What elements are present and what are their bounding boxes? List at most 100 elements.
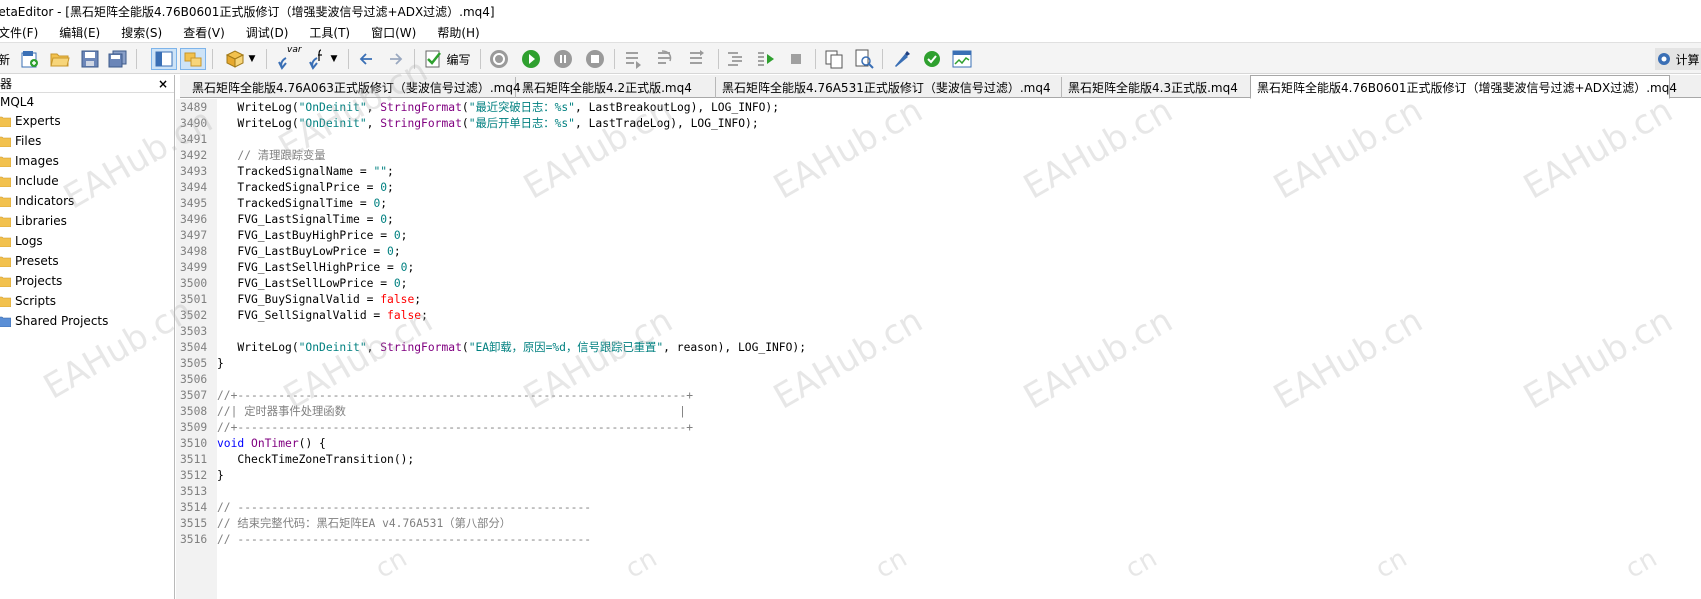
menu-tools[interactable]: 工具(T) [309,24,359,41]
code-line[interactable]: 3510 void OnTimer() { [176,436,1696,452]
code-line[interactable]: 3499 FVG_LastSellHighPrice = 0; [176,260,1696,276]
menu-window[interactable]: 窗口(W) [371,24,425,41]
navigator-item-presets[interactable]: Presets [0,251,174,271]
code-line[interactable]: 3497 FVG_LastBuyHighPrice = 0; [176,228,1696,244]
new-project-button[interactable] [18,48,42,70]
line-number: 3503 [180,325,208,338]
navigator-item-projects[interactable]: Projects [0,271,174,291]
code-line[interactable]: 3495 TrackedSignalTime = 0; [176,196,1696,212]
new-project-icon [21,51,38,68]
stop-debug-button[interactable] [582,48,608,70]
back-button[interactable] [354,48,378,70]
menu-edit[interactable]: 编辑(E) [59,24,109,41]
code-line[interactable]: 3498 FVG_LastBuyLowPrice = 0; [176,244,1696,260]
code-token: FVG_LastBuyHighPrice = [217,229,394,242]
code-token: ; [387,165,394,178]
code-line[interactable]: 3509 //+---------------------------------… [176,420,1696,436]
menu-file[interactable]: 文件(F) [0,24,47,41]
insert-variable-button[interactable]: var [274,45,302,70]
start-debug-button[interactable] [518,48,544,70]
calculate-button[interactable]: 计算 [1655,48,1701,70]
line-number: 3508 [180,405,208,418]
code-line[interactable]: 3500 FVG_LastSellLowPrice = 0; [176,276,1696,292]
navigator-item-logs[interactable]: Logs [0,231,174,251]
pause-debug-button[interactable] [550,48,576,70]
code-line[interactable]: 3516 // ---------------------------------… [176,532,1696,548]
code-line[interactable]: 3515 // 结束完整代码：黑石矩阵EA v4.76A531（第八部分） [176,516,1696,532]
toolbox-toggle-button[interactable] [180,48,206,70]
menu-view[interactable]: 查看(V) [183,24,234,41]
styler-button[interactable] [890,48,914,70]
navigator-item-experts[interactable]: Experts [0,111,174,131]
verify-button[interactable] [920,48,944,70]
navigator-item-files[interactable]: Files [0,131,174,151]
code-line[interactable]: 3505} [176,356,1696,372]
menu-search[interactable]: 搜索(S) [121,24,171,41]
navigator-item-shared-projects[interactable]: Shared Projects [0,311,174,331]
step-into-button[interactable] [620,48,646,70]
navigator-toggle-button[interactable] [151,48,177,70]
close-icon[interactable]: × [158,77,168,91]
insert-function-button[interactable]: ▼ [304,48,340,70]
code-line[interactable]: 3490 WriteLog("OnDeinit", StringFormat("… [176,116,1696,132]
terminal-button[interactable] [950,48,974,70]
file-tab[interactable]: 黑石矩阵全能版4.76A063正式版修订（斐波信号过滤）.mq4 [186,77,521,98]
navigator-item-scripts[interactable]: Scripts [0,291,174,311]
code-line[interactable]: 3511 CheckTimeZoneTransition(); [176,452,1696,468]
code-line[interactable]: 3493 TrackedSignalName = ""; [176,164,1696,180]
open-button[interactable] [48,48,72,70]
navigator-item-include[interactable]: Include [0,171,174,191]
code-token: //+-------------------------------------… [217,389,694,402]
code-line[interactable]: 3507 //+---------------------------------… [176,388,1696,404]
code-line[interactable]: 3506 [176,372,1696,388]
run-tester-button[interactable] [754,48,778,70]
save-all-button[interactable] [106,48,130,70]
new-button[interactable]: 新 [0,48,12,70]
code-token: , LastTradeLog), LOG_INFO); [574,117,759,130]
save-button[interactable] [78,48,102,70]
navigator-root[interactable]: MQL4 [0,93,174,111]
code-line[interactable]: 3496 FVG_LastSignalTime = 0; [176,212,1696,228]
code-line[interactable]: 3508 //| 定时器事件处理函数 | [176,404,1696,420]
code-line[interactable]: 3491 [176,132,1696,148]
line-number: 3495 [180,197,208,210]
line-number: 3511 [180,453,208,466]
file-tab[interactable]: 黑石矩阵全能版4.76A531正式版修订（斐波信号过滤）.mq4 [716,77,1062,98]
code-line[interactable]: 3489 WriteLog("OnDeinit", StringFormat("… [176,100,1696,116]
window-title: MetaEditor - [黑石矩阵全能版4.76B0601正式版修订（增强斐波… [0,4,495,19]
navigator-item-libraries[interactable]: Libraries [0,211,174,231]
code-line[interactable]: 3494 TrackedSignalPrice = 0; [176,180,1696,196]
menu-debug[interactable]: 调试(D) [246,24,298,41]
file-tab-active[interactable]: 黑石矩阵全能版4.76B0601正式版修订（增强斐波信号过滤+ADX过滤）.mq… [1250,75,1677,99]
step-over-button[interactable] [652,48,678,70]
copy-button[interactable] [822,48,846,70]
step-out-button[interactable] [684,48,710,70]
code-line[interactable]: 3501 FVG_BuySignalValid = false; [176,292,1696,308]
menu-help[interactable]: 帮助(H) [437,24,488,41]
navigator-item-indicators[interactable]: Indicators [0,191,174,211]
stop-tester-button[interactable] [784,48,808,70]
indent-button[interactable] [724,48,748,70]
navigator-item-images[interactable]: Images [0,151,174,171]
code-line[interactable]: 3512} [176,468,1696,484]
code-line[interactable]: 3502 FVG_SellSignalValid = false; [176,308,1696,324]
code-line[interactable]: 3514 // ---------------------------------… [176,500,1696,516]
forward-button[interactable] [384,48,408,70]
code-line[interactable]: 3513 [176,484,1696,500]
code-editor[interactable]: 3489 WriteLog("OnDeinit", StringFormat("… [37,51,1701,599]
find-button[interactable] [852,48,876,70]
stop-icon [586,50,604,68]
file-tab[interactable]: 黑石矩阵全能版4.3正式版.mq4 [1062,77,1258,98]
code-token: FVG_LastBuyLowPrice = [217,245,388,258]
line-number: 3509 [180,421,208,434]
toolbox-icon [184,52,202,67]
file-tab[interactable]: 黑石矩阵全能版4.2正式版.mq4 [516,77,716,98]
code-line[interactable]: 3492 // 清理跟踪变量 [176,148,1696,164]
code-line[interactable]: 3504 WriteLog("OnDeinit", StringFormat("… [176,340,1696,356]
debug-history-button[interactable] [486,48,512,70]
title-bar: MetaEditor - [黑石矩阵全能版4.76B0601正式版修订（增强斐波… [0,0,1701,22]
code-line[interactable]: 3503 [176,324,1696,340]
compile-button[interactable]: 编写 [420,48,474,70]
line-number: 3490 [180,117,208,130]
snippets-button[interactable]: ▼ [222,48,258,70]
